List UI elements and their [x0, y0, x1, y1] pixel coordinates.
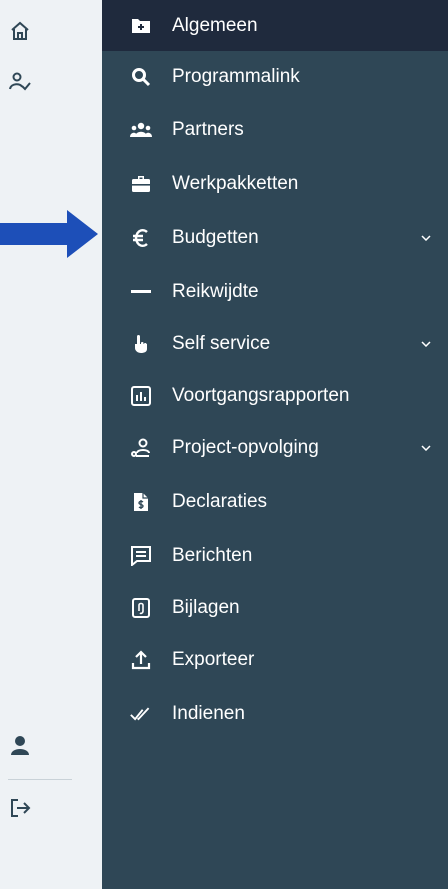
home-icon[interactable] [8, 19, 32, 43]
nav-item-label: Self service [172, 332, 271, 354]
user-icon[interactable] [8, 734, 32, 758]
nav-item-indienen[interactable]: Indienen [102, 688, 448, 739]
nav-item-label: Project-opvolging [172, 436, 319, 458]
nav-item-declaraties[interactable]: Declaraties [102, 476, 448, 527]
nav-item-label: Voortgangsrapporten [172, 384, 350, 406]
logout-icon[interactable] [8, 796, 32, 820]
briefcase-icon [130, 173, 152, 195]
folder-plus-icon [130, 15, 152, 37]
nav-item-label: Programmalink [172, 65, 300, 87]
hand-pointer-icon [130, 333, 152, 355]
chevron-down-icon[interactable] [420, 232, 432, 244]
nav-item-label: Reikwijdte [172, 280, 259, 302]
chevron-down-icon[interactable] [420, 442, 432, 454]
nav-item-werkpakketten[interactable]: Werkpakketten [102, 158, 448, 209]
nav-item-label: Budgetten [172, 226, 259, 248]
nav-item-partners[interactable]: Partners [102, 104, 448, 155]
rail-divider [8, 779, 72, 780]
nav-item-label: Algemeen [172, 14, 258, 36]
chart-icon [130, 385, 152, 407]
upload-icon [130, 649, 152, 671]
user-route-icon [130, 437, 152, 459]
nav-item-label: Berichten [172, 544, 253, 566]
nav-item-voortgangsrapporten[interactable]: Voortgangsrapporten [102, 370, 448, 421]
search-icon [130, 66, 152, 88]
invoice-icon [130, 491, 152, 513]
nav-item-berichten[interactable]: Berichten [102, 530, 448, 581]
nav-item-budgetten[interactable]: Budgetten [102, 212, 448, 263]
pointer-arrow-icon [0, 210, 98, 258]
user-check-icon[interactable] [8, 70, 32, 94]
nav-item-algemeen[interactable]: Algemeen [102, 0, 448, 51]
nav-item-reikwijdte[interactable]: Reikwijdte [102, 266, 448, 317]
nav-item-programmalink[interactable]: Programmalink [102, 51, 448, 102]
nav-item-project-opvolging[interactable]: Project-opvolging [102, 422, 448, 473]
nav-item-self-service[interactable]: Self service [102, 318, 448, 369]
nav-item-label: Werkpakketten [172, 172, 299, 194]
nav-item-exporteer[interactable]: Exporteer [102, 634, 448, 685]
double-check-icon [130, 703, 152, 725]
euro-icon [130, 227, 152, 249]
minus-icon [130, 281, 152, 303]
nav-item-bijlagen[interactable]: Bijlagen [102, 582, 448, 633]
nav-item-label: Exporteer [172, 648, 255, 670]
nav-item-label: Partners [172, 118, 244, 140]
message-icon [130, 545, 152, 567]
nav-item-label: Bijlagen [172, 596, 240, 618]
nav-item-label: Indienen [172, 702, 245, 724]
chevron-down-icon[interactable] [420, 338, 432, 350]
users-icon [130, 119, 152, 141]
project-navigation: Algemeen Programmalink Partners Werkpakk… [102, 0, 448, 889]
icon-rail [0, 0, 102, 889]
nav-item-label: Declaraties [172, 490, 268, 512]
attachment-icon [130, 597, 152, 619]
